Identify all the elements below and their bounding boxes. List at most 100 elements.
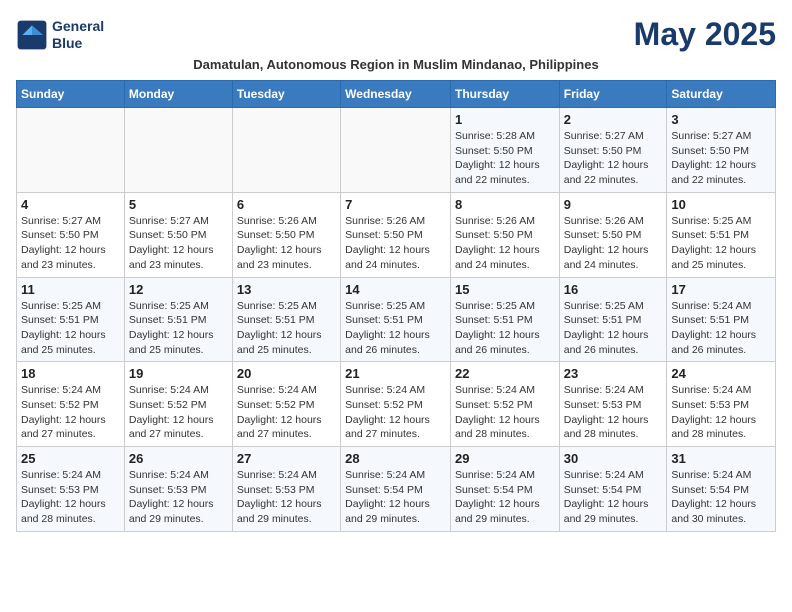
weekday-header-saturday: Saturday — [667, 81, 776, 108]
calendar-cell: 31 Sunrise: 5:24 AMSunset: 5:54 PMDayligh… — [667, 447, 776, 532]
weekday-header-friday: Friday — [559, 81, 667, 108]
logo-icon — [16, 19, 48, 51]
calendar-table: SundayMondayTuesdayWednesdayThursdayFrid… — [16, 80, 776, 532]
calendar-cell: 10 Sunrise: 5:25 AMSunset: 5:51 PMDayligh… — [667, 192, 776, 277]
day-number: 3 — [671, 112, 771, 127]
calendar-cell: 27 Sunrise: 5:24 AMSunset: 5:53 PMDayligh… — [232, 447, 340, 532]
weekday-header-sunday: Sunday — [17, 81, 125, 108]
day-info: Sunrise: 5:24 AMSunset: 5:52 PMDaylight:… — [237, 383, 336, 442]
day-info: Sunrise: 5:24 AMSunset: 5:54 PMDaylight:… — [671, 468, 771, 527]
day-info: Sunrise: 5:24 AMSunset: 5:54 PMDaylight:… — [564, 468, 663, 527]
weekday-header-monday: Monday — [124, 81, 232, 108]
day-info: Sunrise: 5:24 AMSunset: 5:53 PMDaylight:… — [237, 468, 336, 527]
calendar-cell: 26Sunrise: 5:24 AMSunset: 5:53 PMDayligh… — [124, 447, 232, 532]
day-info: Sunrise: 5:27 AMSunset: 5:50 PMDaylight:… — [671, 129, 771, 188]
day-number: 11 — [21, 282, 120, 297]
day-number: 6 — [237, 197, 336, 212]
day-number: 4 — [21, 197, 120, 212]
day-number: 12 — [129, 282, 228, 297]
subtitle: Damatulan, Autonomous Region in Muslim M… — [16, 57, 776, 72]
day-info: Sunrise: 5:25 AMSunset: 5:51 PMDaylight:… — [564, 299, 663, 358]
calendar-cell: 17 Sunrise: 5:24 AMSunset: 5:51 PMDayligh… — [667, 277, 776, 362]
day-info: Sunrise: 5:25 AMSunset: 5:51 PMDaylight:… — [345, 299, 446, 358]
calendar-cell: 29 Sunrise: 5:24 AMSunset: 5:54 PMDayligh… — [450, 447, 559, 532]
day-number: 16 — [564, 282, 663, 297]
day-info: Sunrise: 5:26 AMSunset: 5:50 PMDaylight:… — [455, 214, 555, 273]
day-info: Sunrise: 5:24 AMSunset: 5:52 PMDaylight:… — [129, 383, 228, 442]
day-info: Sunrise: 5:27 AMSunset: 5:50 PMDaylight:… — [21, 214, 120, 273]
calendar-cell: 8 Sunrise: 5:26 AMSunset: 5:50 PMDaylight… — [450, 192, 559, 277]
day-number: 13 — [237, 282, 336, 297]
calendar-cell: 2 Sunrise: 5:27 AMSunset: 5:50 PMDaylight… — [559, 108, 667, 193]
day-info: Sunrise: 5:24 AMSunset: 5:53 PMDaylight:… — [21, 468, 120, 527]
day-number: 27 — [237, 451, 336, 466]
day-number: 9 — [564, 197, 663, 212]
day-number: 22 — [455, 366, 555, 381]
day-info: Sunrise: 5:26 AMSunset: 5:50 PMDaylight:… — [237, 214, 336, 273]
day-number: 29 — [455, 451, 555, 466]
day-number: 10 — [671, 197, 771, 212]
day-number: 25 — [21, 451, 120, 466]
calendar-cell: 25 Sunrise: 5:24 AMSunset: 5:53 PMDayligh… — [17, 447, 125, 532]
calendar-cell: 7 Sunrise: 5:26 AMSunset: 5:50 PMDaylight… — [341, 192, 451, 277]
day-info: Sunrise: 5:27 AMSunset: 5:50 PMDaylight:… — [129, 214, 228, 273]
calendar-cell: 30 Sunrise: 5:24 AMSunset: 5:54 PMDayligh… — [559, 447, 667, 532]
calendar-cell — [232, 108, 340, 193]
day-number: 31 — [671, 451, 771, 466]
logo: GeneralBlue — [16, 18, 104, 52]
day-info: Sunrise: 5:24 AMSunset: 5:52 PMDaylight:… — [21, 383, 120, 442]
day-info: Sunrise: 5:28 AMSunset: 5:50 PMDaylight:… — [455, 129, 555, 188]
calendar-cell: 11Sunrise: 5:25 AMSunset: 5:51 PMDayligh… — [17, 277, 125, 362]
day-info: Sunrise: 5:24 AMSunset: 5:53 PMDaylight:… — [671, 383, 771, 442]
calendar-cell: 21 Sunrise: 5:24 AMSunset: 5:52 PMDayligh… — [341, 362, 451, 447]
day-number: 17 — [671, 282, 771, 297]
day-number: 2 — [564, 112, 663, 127]
day-number: 5 — [129, 197, 228, 212]
day-number: 19 — [129, 366, 228, 381]
day-info: Sunrise: 5:27 AMSunset: 5:50 PMDaylight:… — [564, 129, 663, 188]
calendar-cell: 22 Sunrise: 5:24 AMSunset: 5:52 PMDayligh… — [450, 362, 559, 447]
calendar-cell: 4 Sunrise: 5:27 AMSunset: 5:50 PMDaylight… — [17, 192, 125, 277]
day-number: 18 — [21, 366, 120, 381]
day-number: 7 — [345, 197, 446, 212]
calendar-cell: 15Sunrise: 5:25 AMSunset: 5:51 PMDayligh… — [450, 277, 559, 362]
day-number: 14 — [345, 282, 446, 297]
day-info: Sunrise: 5:26 AMSunset: 5:50 PMDaylight:… — [345, 214, 446, 273]
day-info: Sunrise: 5:25 AMSunset: 5:51 PMDaylight:… — [455, 299, 555, 358]
day-number: 20 — [237, 366, 336, 381]
day-info: Sunrise: 5:25 AMSunset: 5:51 PMDaylight:… — [671, 214, 771, 273]
calendar-cell — [17, 108, 125, 193]
day-number: 24 — [671, 366, 771, 381]
month-title: May 2025 — [634, 16, 776, 53]
calendar-cell: 16 Sunrise: 5:25 AMSunset: 5:51 PMDayligh… — [559, 277, 667, 362]
calendar-cell: 23Sunrise: 5:24 AMSunset: 5:53 PMDayligh… — [559, 362, 667, 447]
day-info: Sunrise: 5:24 AMSunset: 5:51 PMDaylight:… — [671, 299, 771, 358]
calendar-cell: 12Sunrise: 5:25 AMSunset: 5:51 PMDayligh… — [124, 277, 232, 362]
day-info: Sunrise: 5:25 AMSunset: 5:51 PMDaylight:… — [237, 299, 336, 358]
calendar-cell: 24 Sunrise: 5:24 AMSunset: 5:53 PMDayligh… — [667, 362, 776, 447]
day-number: 21 — [345, 366, 446, 381]
calendar-cell: 9Sunrise: 5:26 AMSunset: 5:50 PMDaylight… — [559, 192, 667, 277]
day-number: 23 — [564, 366, 663, 381]
calendar-cell: 1 Sunrise: 5:28 AMSunset: 5:50 PMDaylight… — [450, 108, 559, 193]
weekday-header-thursday: Thursday — [450, 81, 559, 108]
calendar-cell: 13 Sunrise: 5:25 AMSunset: 5:51 PMDayligh… — [232, 277, 340, 362]
day-number: 30 — [564, 451, 663, 466]
day-info: Sunrise: 5:24 AMSunset: 5:52 PMDaylight:… — [455, 383, 555, 442]
day-info: Sunrise: 5:24 AMSunset: 5:53 PMDaylight:… — [129, 468, 228, 527]
calendar-cell: 20 Sunrise: 5:24 AMSunset: 5:52 PMDayligh… — [232, 362, 340, 447]
weekday-header-wednesday: Wednesday — [341, 81, 451, 108]
day-number: 1 — [455, 112, 555, 127]
page-header: GeneralBlue May 2025 — [16, 16, 776, 53]
day-number: 8 — [455, 197, 555, 212]
calendar-cell: 14 Sunrise: 5:25 AMSunset: 5:51 PMDayligh… — [341, 277, 451, 362]
day-info: Sunrise: 5:24 AMSunset: 5:54 PMDaylight:… — [455, 468, 555, 527]
day-info: Sunrise: 5:24 AMSunset: 5:52 PMDaylight:… — [345, 383, 446, 442]
calendar-cell — [124, 108, 232, 193]
calendar-cell: 5 Sunrise: 5:27 AMSunset: 5:50 PMDaylight… — [124, 192, 232, 277]
calendar-cell: 6 Sunrise: 5:26 AMSunset: 5:50 PMDaylight… — [232, 192, 340, 277]
calendar-cell: 28Sunrise: 5:24 AMSunset: 5:54 PMDayligh… — [341, 447, 451, 532]
day-info: Sunrise: 5:24 AMSunset: 5:54 PMDaylight:… — [345, 468, 446, 527]
logo-text: GeneralBlue — [52, 18, 104, 52]
calendar-cell: 3 Sunrise: 5:27 AMSunset: 5:50 PMDaylight… — [667, 108, 776, 193]
